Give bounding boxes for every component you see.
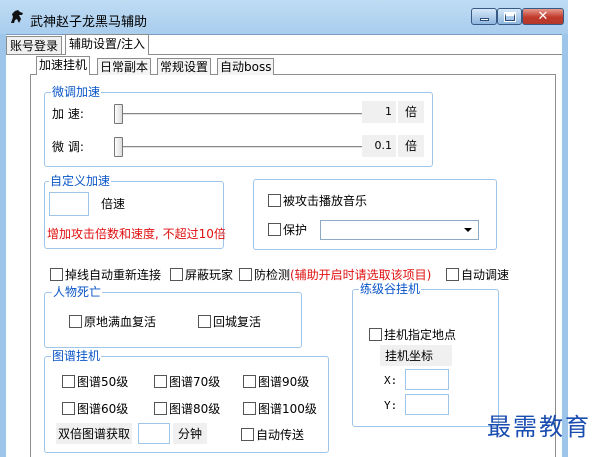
protect-label: 保护 [283, 223, 308, 237]
tujian-title: 图谱挂机 [51, 349, 102, 363]
close-button[interactable]: ✕ [522, 8, 564, 25]
maximize-icon [503, 11, 516, 22]
specified-point-label: 挂机指定地点 [384, 328, 457, 342]
custom-speed-warning: 增加攻击倍数和速度, 不超过10倍 [47, 227, 226, 241]
tujian-80-label: 图谱80级 [169, 402, 221, 416]
y-coordinate-input[interactable] [405, 394, 449, 415]
watermark-text: 最需教育 [487, 413, 591, 441]
tujian-50-checkbox[interactable] [62, 375, 75, 388]
subtab-speed-idle[interactable]: 加速挂机 [36, 56, 91, 75]
custom-speed-input[interactable] [49, 192, 89, 216]
revive-full-label: 原地满血复活 [84, 315, 157, 329]
x-coordinate-input[interactable] [405, 369, 449, 390]
dropdown-arrow-icon [464, 228, 472, 232]
reconnect-checkbox[interactable] [50, 268, 63, 281]
speed-unit: 倍 [398, 101, 424, 123]
subtab-auto-boss[interactable]: 自动boss [217, 58, 275, 75]
custom-speed-unit: 倍速 [101, 197, 126, 211]
minimize-button[interactable] [471, 8, 497, 25]
death-title: 人物死亡 [52, 285, 103, 299]
speed-slider-track[interactable] [115, 113, 363, 116]
speed-value: 1 [362, 101, 396, 123]
attacked-music-checkbox[interactable] [268, 194, 281, 207]
auto-speed-checkbox[interactable] [446, 268, 459, 281]
death-group [44, 292, 302, 348]
maximize-button[interactable] [497, 8, 522, 25]
tujian-50-label: 图谱50级 [77, 375, 129, 389]
tujian-60-label: 图谱60级 [77, 402, 129, 416]
tune-label: 微 调: [52, 140, 84, 154]
tune-value: 0.1 [362, 135, 396, 157]
auto-speed-label: 自动调速 [461, 268, 510, 282]
protect-checkbox[interactable] [268, 223, 281, 236]
minutes-unit: 分钟 [178, 427, 203, 441]
tune-slider-thumb[interactable] [114, 137, 123, 157]
block-players-label: 屏蔽玩家 [185, 268, 234, 282]
window-title: 武神赵子龙黑马辅助 [30, 15, 148, 30]
speed-label: 加 速: [52, 107, 84, 121]
tab-account-login[interactable]: 账号登录 [6, 36, 63, 55]
tujian-100-label: 图谱100级 [258, 402, 317, 416]
attacked-music-label: 被攻击播放音乐 [283, 194, 368, 208]
leveling-title: 练级谷挂机 [359, 282, 422, 296]
tujian-70-checkbox[interactable] [154, 375, 167, 388]
tune-slider-track[interactable] [115, 146, 363, 149]
auto-teleport-checkbox[interactable] [241, 428, 254, 441]
block-players-checkbox[interactable] [170, 268, 183, 281]
tab-assist-settings[interactable]: 辅助设置/注入 [65, 34, 150, 55]
anti-detect-label: 防检测 [254, 268, 291, 282]
custom-speed-title: 自定义加速 [49, 174, 112, 188]
tujian-60-checkbox[interactable] [62, 402, 75, 415]
minimize-icon [479, 18, 489, 21]
fine-tune-title: 微调加速 [51, 85, 102, 99]
protect-select[interactable] [320, 220, 479, 240]
background-strip [568, 0, 609, 457]
revive-full-checkbox[interactable] [69, 315, 82, 328]
tujian-70-label: 图谱70级 [169, 375, 221, 389]
tujian-90-checkbox[interactable] [243, 375, 256, 388]
return-city-label: 回城复活 [213, 315, 262, 329]
anti-detect-checkbox[interactable] [239, 268, 252, 281]
anti-detect-hint: (辅助开启时请选取该项目) [290, 268, 432, 282]
tune-unit: 倍 [398, 135, 424, 157]
horse-logo-icon [11, 10, 23, 23]
double-tujian-label: 双倍图谱获取 [58, 427, 131, 441]
reconnect-label: 掉线自动重新连接 [65, 268, 162, 282]
auto-teleport-label: 自动传送 [256, 428, 305, 442]
tujian-100-checkbox[interactable] [243, 402, 256, 415]
subtab-daily-dungeon[interactable]: 日常副本 [97, 58, 152, 75]
return-city-checkbox[interactable] [198, 315, 211, 328]
double-minutes-input[interactable] [138, 423, 170, 444]
x-label: X: [384, 374, 398, 387]
subtab-general-settings[interactable]: 常规设置 [157, 58, 212, 75]
y-label: Y: [384, 399, 398, 412]
coords-label: 挂机坐标 [385, 349, 434, 363]
tujian-80-checkbox[interactable] [154, 402, 167, 415]
title-bar[interactable]: 武神赵子龙黑马辅助 ✕ [0, 0, 568, 34]
close-icon: ✕ [537, 9, 549, 24]
specified-point-checkbox[interactable] [369, 328, 382, 341]
speed-slider-thumb[interactable] [114, 104, 123, 124]
tujian-90-label: 图谱90级 [258, 375, 310, 389]
